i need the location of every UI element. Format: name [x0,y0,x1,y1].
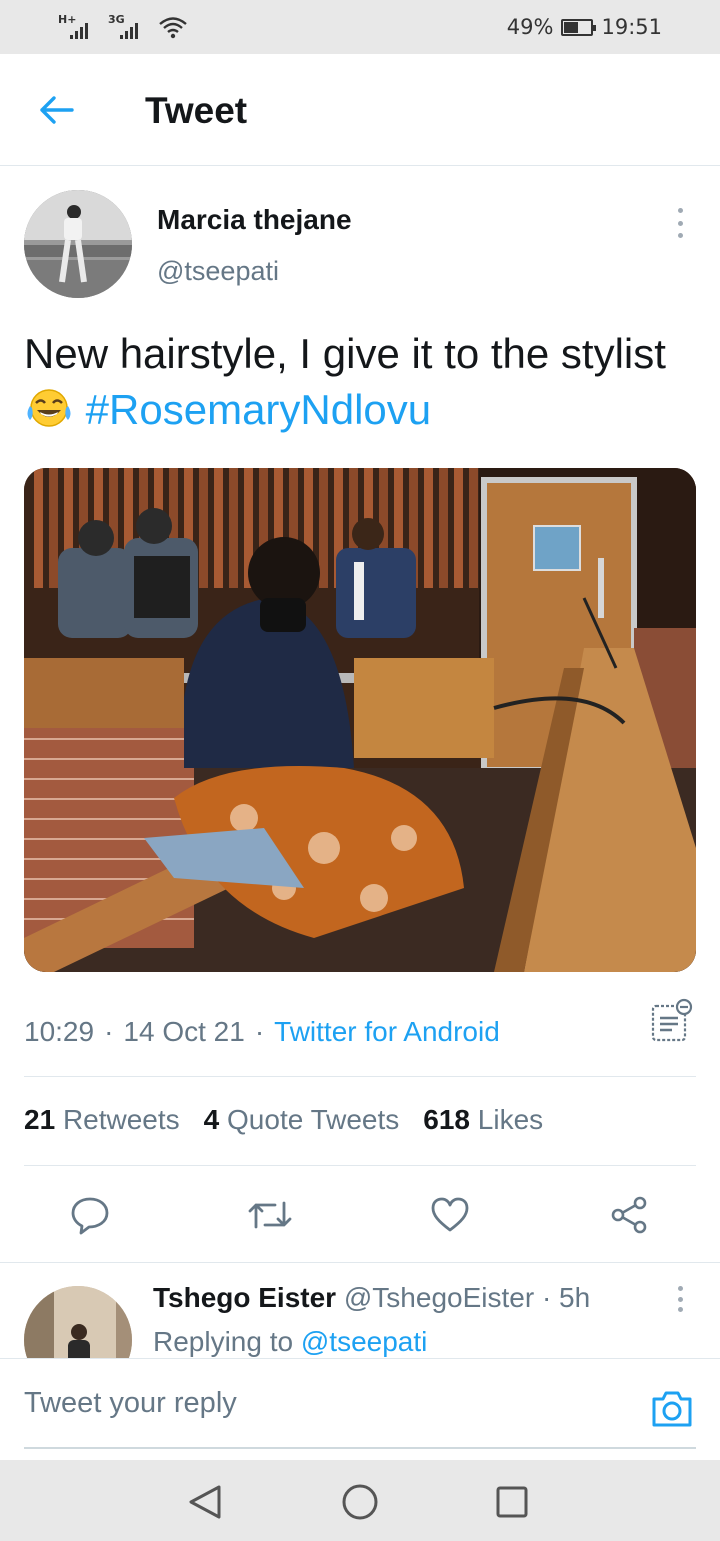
share-button[interactable] [604,1190,654,1240]
reply-composer [0,1358,720,1460]
avatar-image [24,190,132,298]
reply-header: Tshego Eister @TshegoEister · 5h [153,1282,590,1314]
like-button[interactable] [425,1190,475,1240]
tweet-analytics-button[interactable] [650,998,694,1044]
quotes-count: 4 [203,1104,220,1135]
tweet-time: 10:29 [24,1016,95,1047]
divider [0,1262,720,1263]
battery-percent: 49% [506,15,554,39]
tweet-photo[interactable] [24,468,696,972]
retweets-label: Retweets [62,1104,180,1135]
battery-icon [561,18,597,36]
tweet-date: 14 Oct 21 [123,1016,245,1047]
author-handle[interactable]: @tseepati [157,256,279,287]
reply-author-name[interactable]: Tshego Eister [153,1282,336,1313]
input-underline [24,1447,696,1449]
replying-prefix: Replying to [153,1326,294,1357]
camera-button[interactable] [650,1387,694,1429]
page-title: Tweet [145,90,248,131]
retweet-button[interactable] [245,1190,295,1240]
arrow-left-icon [40,96,74,124]
divider [24,1076,696,1077]
likes-stat[interactable]: 618 Likes [423,1104,543,1136]
likes-label: Likes [477,1104,544,1135]
likes-count: 618 [423,1104,470,1135]
author-name[interactable]: Marcia thejane [157,204,352,236]
retweets-stat[interactable]: 21 Retweets [24,1104,180,1136]
courtroom-photo-image [24,468,696,972]
retweets-count: 21 [24,1104,56,1135]
signal-indicators: H+ 3G [58,12,188,42]
heart-icon [431,1197,469,1232]
status-bar: H+ 3G 49% 19:51 [0,0,720,54]
comment-icon [71,1197,109,1235]
status-right: 49% 19:51 [507,12,662,42]
nav-back-button[interactable] [183,1480,227,1524]
tweet-body: New hairstyle, I give it to the stylist [24,330,666,377]
nav-recents-button[interactable] [490,1480,534,1524]
replying-to-mention[interactable]: @tseepati [301,1326,428,1357]
tweet-source-link[interactable]: Twitter for Android [274,1016,500,1048]
system-nav-bar [0,1460,720,1541]
meta-separator: · [254,1016,265,1047]
signal-2-icon: 3G [108,13,152,41]
square-recents-icon [496,1486,528,1518]
reply-author-handle[interactable]: @TshegoEister [344,1282,534,1313]
tweet-text: New hairstyle, I give it to the stylist … [24,326,696,438]
meta-separator: · [104,1016,114,1047]
replying-to: Replying to @tseepati [153,1326,427,1358]
tweet-stats: 21 Retweets 4 Quote Tweets 618 Likes [24,1104,543,1136]
nav-home-button[interactable] [338,1480,382,1524]
reply-input[interactable] [24,1387,634,1420]
reply-more-options-button[interactable] [674,1286,686,1312]
author-avatar[interactable] [24,190,132,298]
hashtag-link[interactable]: #RosemaryNdlovu [86,386,431,433]
quotes-label: Quote Tweets [227,1104,400,1135]
signal-1-icon: H+ [58,13,102,41]
share-icon [611,1196,647,1234]
reply-age: · 5h [541,1282,591,1313]
triangle-back-icon [189,1485,221,1519]
wifi-icon [159,17,187,39]
circle-home-icon [342,1484,378,1520]
app-bar: Tweet [0,54,720,166]
tweet-actions [0,1190,720,1240]
back-button[interactable] [34,88,78,132]
reply-button[interactable] [65,1190,115,1240]
clock: 19:51 [601,15,662,39]
quote-tweets-stat[interactable]: 4 Quote Tweets [204,1104,400,1136]
tweet-meta: 10:29 · 14 Oct 21 · Twitter for Android [24,1016,500,1048]
laughing-tears-emoji-icon [27,389,71,427]
camera-icon [652,1391,692,1427]
more-options-button[interactable] [670,208,690,238]
divider [24,1165,696,1166]
analytics-icon [651,998,693,1042]
retweet-icon [248,1201,292,1229]
